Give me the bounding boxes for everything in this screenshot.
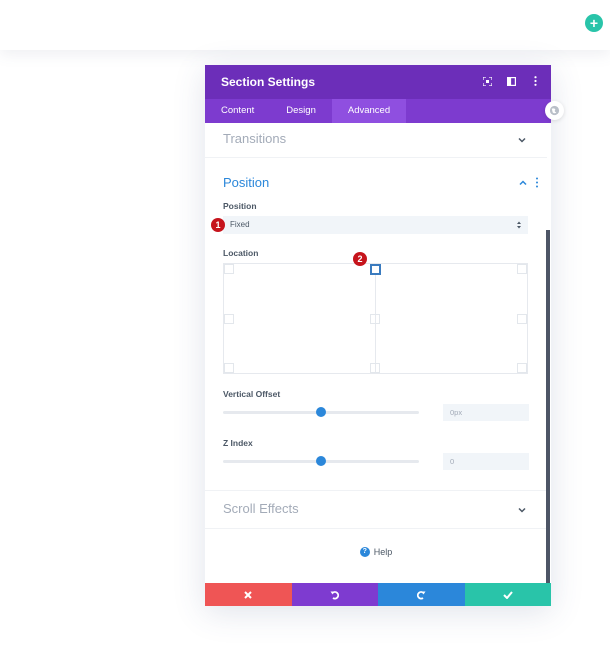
location-grid xyxy=(223,263,528,374)
annotation-badge-2: 2 xyxy=(353,252,367,266)
undo-icon xyxy=(330,590,339,599)
modal-footer xyxy=(205,583,551,606)
vertical-offset-slider[interactable] xyxy=(223,407,419,417)
tab-advanced[interactable]: Advanced xyxy=(331,99,407,123)
anchor-top-left[interactable] xyxy=(224,264,234,274)
more-vertical-icon[interactable] xyxy=(535,177,539,188)
vertical-offset-label: Vertical Offset xyxy=(223,389,281,399)
tab-design[interactable]: Design xyxy=(270,99,332,123)
globe-icon xyxy=(549,105,560,116)
cancel-button[interactable] xyxy=(205,583,292,606)
expand-icon[interactable] xyxy=(481,75,493,87)
anchor-center[interactable] xyxy=(370,314,380,324)
split-view-icon[interactable] xyxy=(505,75,517,87)
anchor-bottom-left[interactable] xyxy=(224,363,234,373)
chevron-down-icon xyxy=(518,507,526,513)
chevron-down-icon xyxy=(518,137,526,143)
position-select[interactable]: Fixed xyxy=(223,216,528,234)
redo-icon xyxy=(417,590,426,599)
save-button[interactable] xyxy=(464,583,551,606)
redo-button[interactable] xyxy=(378,583,465,606)
check-icon xyxy=(503,590,513,599)
location-field-label: Location xyxy=(223,248,259,258)
anchor-top-center[interactable] xyxy=(370,264,381,275)
vertical-offset-slider-thumb[interactable] xyxy=(316,407,326,417)
undo-button[interactable] xyxy=(291,583,378,606)
select-arrows-icon xyxy=(517,221,521,229)
position-field-label: Position xyxy=(223,201,257,211)
more-vertical-icon[interactable] xyxy=(529,75,541,87)
modal-header: Section Settings xyxy=(205,65,551,99)
settings-scroll-area: Transitions Position Position Fixed 1 Lo… xyxy=(205,123,551,583)
tab-content[interactable]: Content xyxy=(205,99,270,123)
modal-title: Section Settings xyxy=(221,75,316,89)
add-section-button[interactable]: + xyxy=(585,14,603,32)
scroll-effects-toggle[interactable]: Scroll Effects xyxy=(205,491,547,525)
annotation-badge-1: 1 xyxy=(211,218,225,232)
position-section-title[interactable]: Position xyxy=(223,175,269,190)
vertical-offset-input[interactable]: 0px xyxy=(443,404,529,421)
settings-side-handle[interactable] xyxy=(545,101,564,120)
z-index-slider-thumb[interactable] xyxy=(316,456,326,466)
scrollbar[interactable] xyxy=(546,230,550,584)
section-settings-modal: Section Settings Content Design Advanced… xyxy=(205,65,551,606)
z-index-label: Z Index xyxy=(223,438,253,448)
z-index-input[interactable]: 0 xyxy=(443,453,529,470)
help-link[interactable]: ? Help xyxy=(205,545,547,559)
transitions-title: Transitions xyxy=(223,131,287,146)
builder-top-bar: + xyxy=(0,0,610,50)
question-icon: ? xyxy=(359,547,370,557)
anchor-center-left[interactable] xyxy=(224,314,234,324)
anchor-bottom-right[interactable] xyxy=(517,363,527,373)
close-icon xyxy=(244,590,252,599)
scroll-effects-title: Scroll Effects xyxy=(223,501,299,516)
section-divider xyxy=(205,157,547,158)
help-label: Help xyxy=(373,547,393,557)
chevron-up-icon[interactable] xyxy=(518,178,528,188)
settings-tabs: Content Design Advanced xyxy=(205,99,551,123)
anchor-bottom-center[interactable] xyxy=(370,363,380,373)
position-select-value: Fixed xyxy=(230,220,250,229)
section-divider xyxy=(205,528,547,529)
transitions-toggle[interactable]: Transitions xyxy=(205,123,547,157)
anchor-top-right[interactable] xyxy=(517,264,527,274)
plus-icon: + xyxy=(589,15,599,31)
z-index-slider[interactable] xyxy=(223,456,419,466)
anchor-center-right[interactable] xyxy=(517,314,527,324)
